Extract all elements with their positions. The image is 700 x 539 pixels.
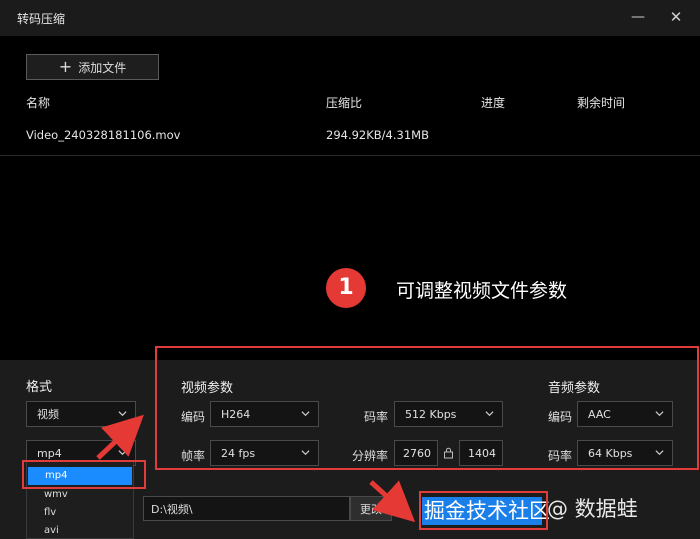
chevron-down-icon (118, 411, 127, 417)
window-title: 转码压缩 (17, 12, 66, 26)
column-header-progress[interactable]: 进度 (481, 94, 505, 111)
file-ratio: 294.92KB/4.31MB (326, 128, 429, 142)
add-file-label: 添加文件 (78, 60, 127, 75)
row-divider (0, 155, 700, 156)
plus-icon: + (58, 57, 73, 76)
title-bar: 转码压缩 — ✕ (0, 0, 700, 36)
format-container-value: mp4 (37, 446, 62, 460)
close-icon[interactable]: ✕ (668, 9, 684, 25)
annotation-box-params (155, 346, 699, 470)
format-type-value: 视频 (37, 408, 59, 421)
annotation-box-start (419, 491, 548, 530)
dropdown-option[interactable]: avi (27, 522, 133, 539)
chevron-down-icon (118, 450, 127, 456)
format-label: 格式 (26, 380, 53, 395)
format-type-select[interactable]: 视频 (26, 401, 136, 427)
annotation-box-mp4 (22, 460, 146, 489)
column-header-remaining[interactable]: 剩余时间 (577, 94, 625, 111)
column-header-ratio[interactable]: 压缩比 (326, 94, 362, 111)
add-file-button[interactable]: + 添加文件 (26, 54, 159, 80)
dropdown-option[interactable]: flv (27, 504, 133, 522)
minimize-icon[interactable]: — (630, 9, 646, 25)
output-path-input[interactable]: D:\视频\ (143, 496, 350, 521)
file-name: Video_240328181106.mov (26, 128, 181, 142)
watermark: @ 数据蛙 (547, 497, 638, 521)
column-header-name[interactable]: 名称 (26, 94, 50, 111)
change-path-button[interactable]: 更改 (350, 496, 392, 521)
callout-number-badge: 1 (326, 268, 366, 308)
callout-text: 可调整视频文件参数 (396, 280, 568, 302)
